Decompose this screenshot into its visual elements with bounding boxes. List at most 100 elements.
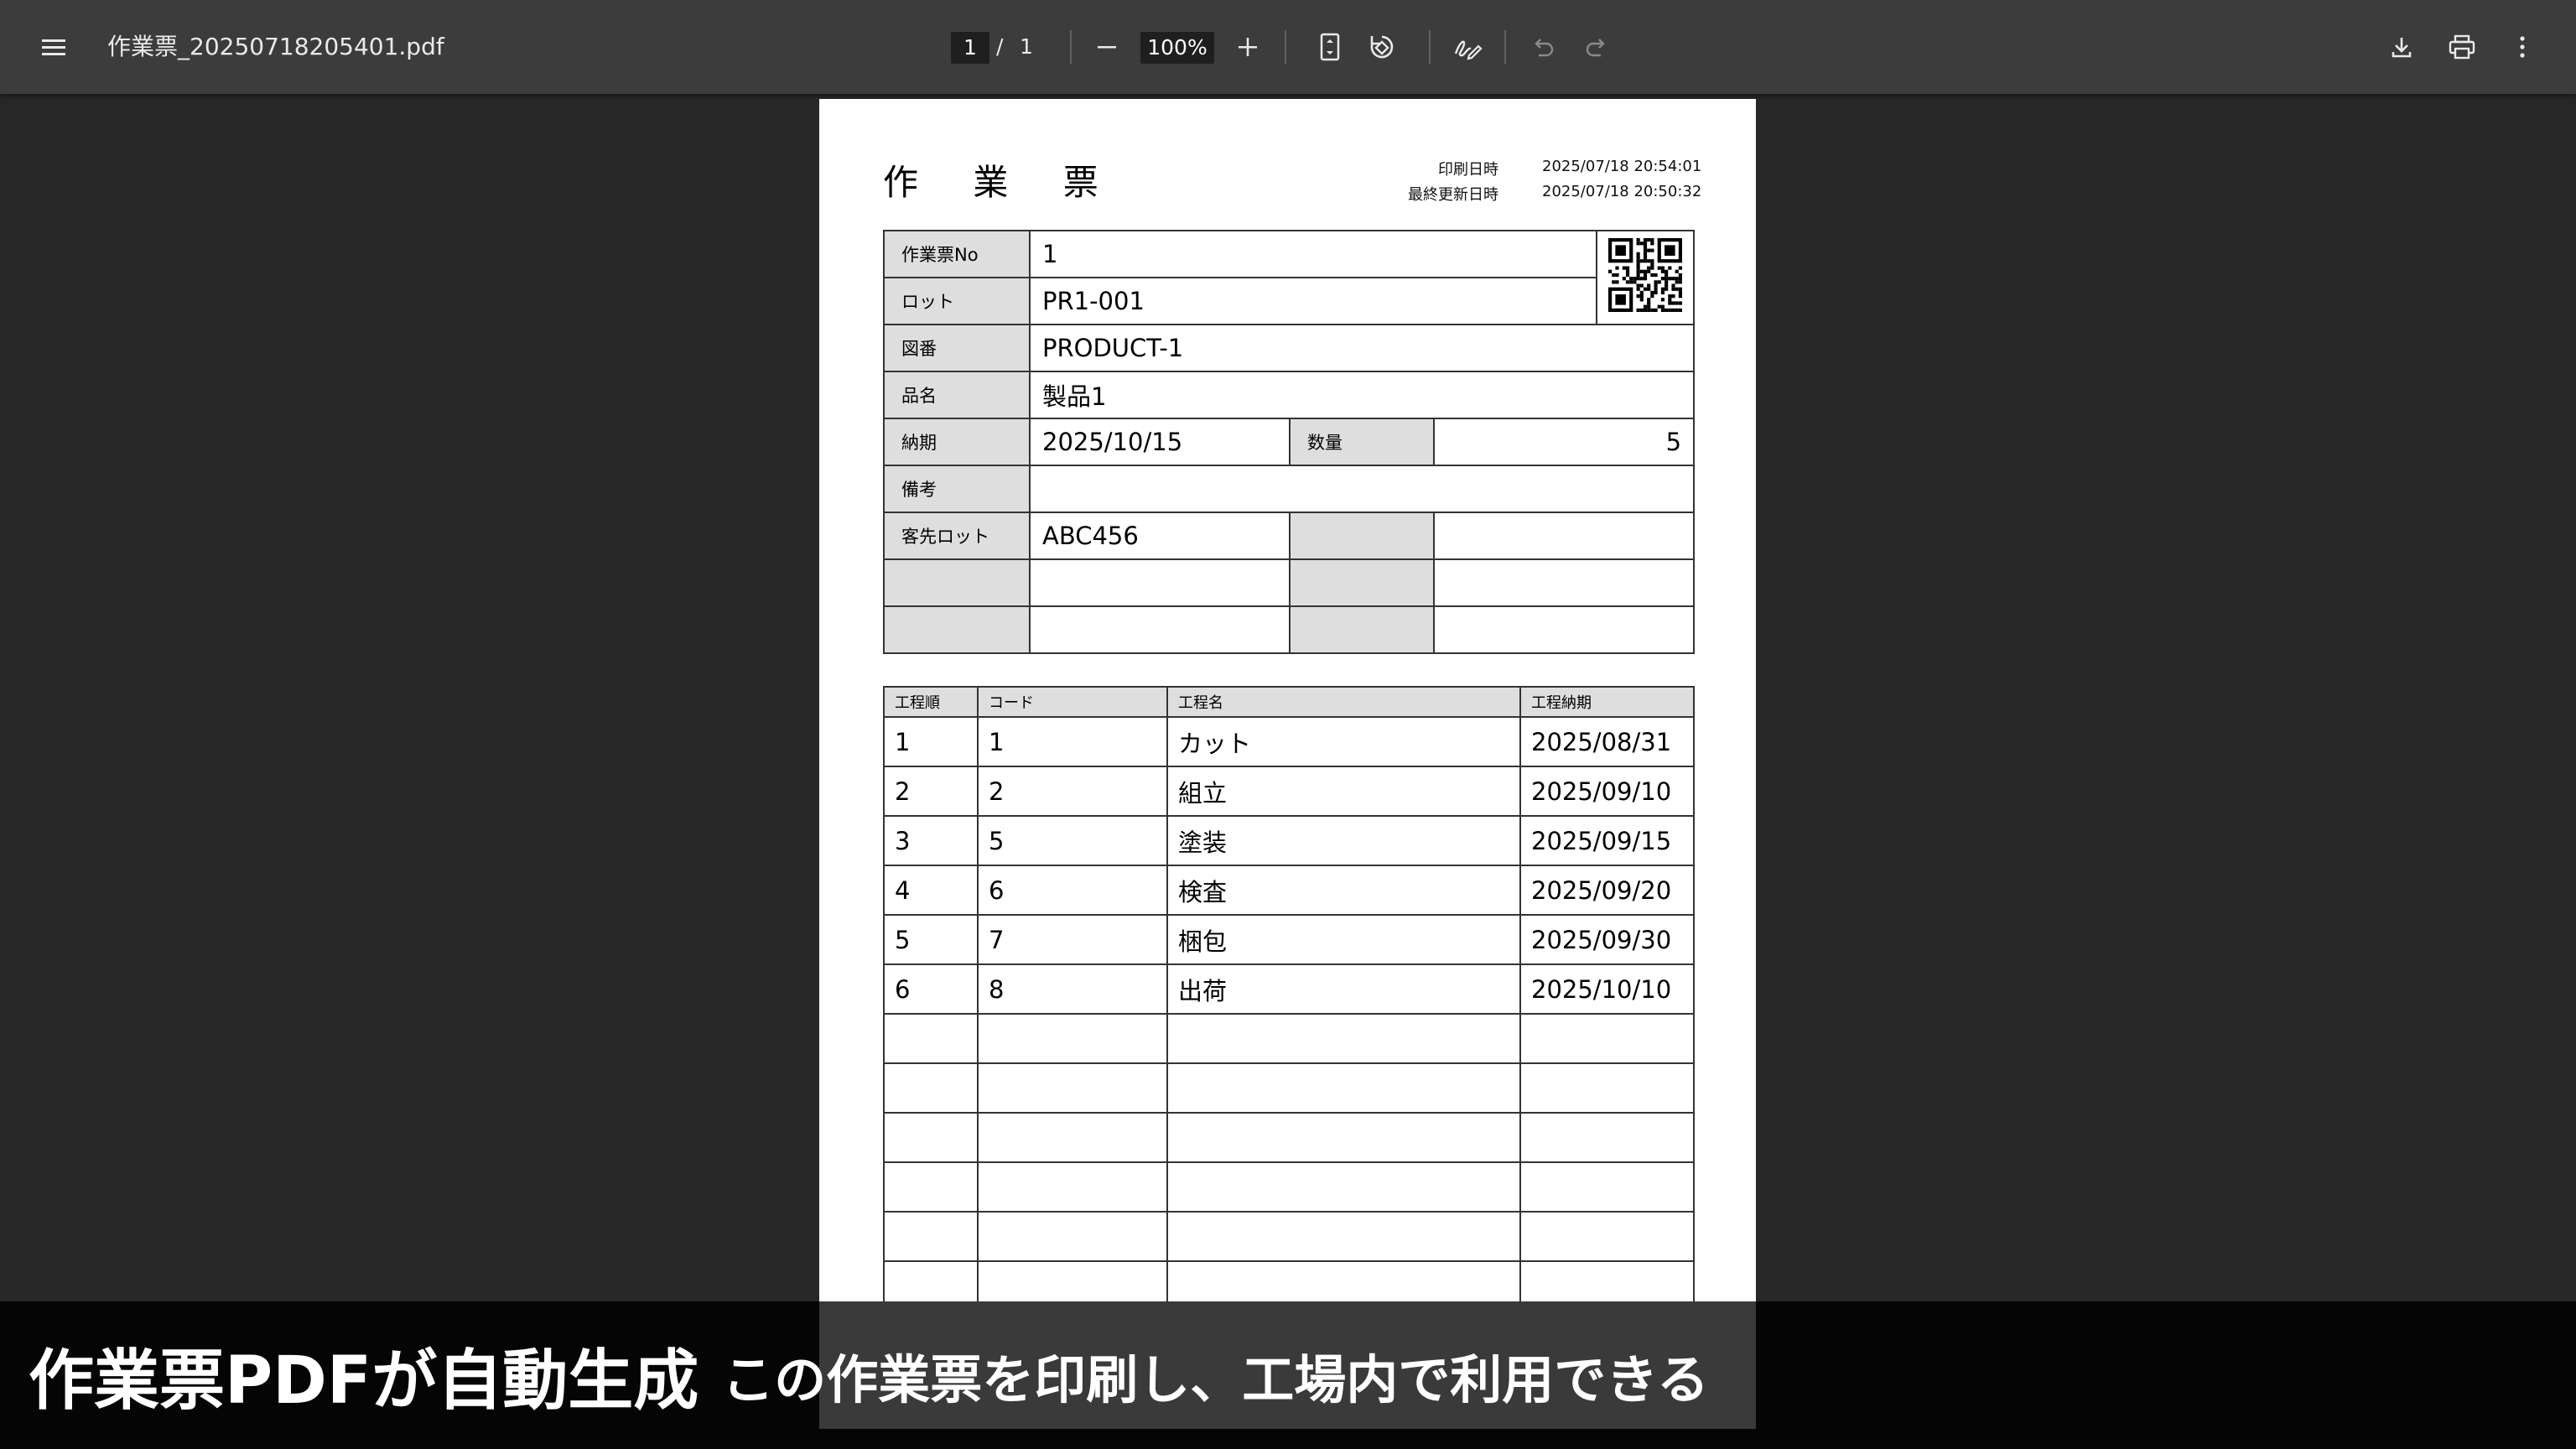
file-name: 作業票_20250718205401.pdf [107, 33, 444, 60]
process-due-date: 2025/08/31 [1519, 716, 1695, 767]
column-header-process-name: 工程名 [1166, 686, 1521, 718]
empty-cell [883, 1062, 979, 1114]
caption: 作業票PDFが自動生成 この作業票を印刷し、工場内で利用できる [29, 1301, 1709, 1449]
minus-icon [1098, 46, 1116, 49]
empty-label-cell [883, 558, 1031, 607]
page-total: 1 [1020, 34, 1033, 59]
process-row [883, 1112, 1695, 1163]
process-row: 6 8 出荷 2025/10/10 [883, 963, 1695, 1015]
rotate-button[interactable] [1353, 18, 1410, 75]
column-header-process-due: 工程納期 [1519, 686, 1695, 718]
menu-button[interactable] [25, 18, 82, 75]
annotate-button[interactable] [1439, 18, 1496, 75]
document-title: 作 業 票 [883, 162, 1120, 203]
empty-cell [977, 1062, 1168, 1114]
redo-icon [1586, 39, 1605, 57]
empty-cell [1166, 1112, 1521, 1163]
empty-cell [977, 1112, 1168, 1163]
product-name-value: 製品1 [1028, 371, 1696, 419]
process-row: 5 7 梱包 2025/09/30 [883, 914, 1695, 965]
process-row: 3 5 塗装 2025/09/15 [883, 815, 1695, 866]
empty-cell [1519, 1161, 1695, 1213]
work-no-label: 作業票No [883, 230, 1031, 278]
more-vertical-icon [2520, 36, 2525, 58]
empty-cell [1519, 1013, 1695, 1064]
empty-cell [977, 1161, 1168, 1213]
printer-icon [2449, 34, 2475, 60]
print-button[interactable] [2433, 18, 2490, 75]
empty-value-cell [1432, 558, 1696, 607]
process-name: 塗装 [1166, 815, 1521, 866]
process-name: 梱包 [1166, 914, 1521, 965]
empty-cell [977, 1211, 1168, 1262]
empty-cell [1166, 1062, 1521, 1114]
process-code: 7 [977, 914, 1168, 965]
process-step: 3 [883, 815, 979, 866]
fit-page-icon [1320, 33, 1340, 61]
empty-label-cell [883, 605, 1031, 654]
empty-cell [883, 1211, 979, 1262]
quantity-label: 数量 [1289, 418, 1435, 466]
process-row [883, 1013, 1695, 1064]
due-date-label: 納期 [883, 418, 1031, 466]
empty-cell [1166, 1211, 1521, 1262]
empty-label-cell [1289, 605, 1435, 654]
process-step: 6 [883, 963, 979, 1015]
pdf-toolbar: 作業票_20250718205401.pdf 1 / 1 100% [0, 0, 2576, 94]
zoom-out-button[interactable] [1078, 18, 1135, 75]
process-row [883, 1161, 1695, 1213]
empty-value-cell [1029, 558, 1291, 607]
toolbar-divider [1429, 30, 1431, 64]
product-name-label: 品名 [883, 371, 1031, 419]
process-header-row: 工程順 コード 工程名 工程納期 [883, 686, 1695, 718]
toolbar-divider [1285, 30, 1286, 64]
rotate-counterclockwise-icon [1370, 35, 1394, 59]
updated-datetime-label: 最終更新日時 [1408, 186, 1498, 204]
remarks-label: 備考 [883, 465, 1031, 513]
zoom-in-button[interactable] [1219, 18, 1276, 75]
process-code: 8 [977, 963, 1168, 1015]
column-header-code: コード [977, 686, 1168, 718]
remarks-value [1028, 465, 1696, 513]
page-separator: / [996, 34, 1004, 59]
process-name: 組立 [1166, 766, 1521, 817]
fit-to-page-button[interactable] [1301, 18, 1358, 75]
process-step: 5 [883, 914, 979, 965]
process-row: 2 2 組立 2025/09/10 [883, 766, 1695, 817]
due-date-value: 2025/10/15 [1029, 418, 1291, 466]
page-number-input[interactable]: 1 [951, 32, 989, 64]
process-due-date: 2025/09/30 [1519, 914, 1695, 965]
empty-cell [1166, 1161, 1521, 1213]
process-due-date: 2025/10/10 [1519, 963, 1695, 1015]
caption-sub: この作業票を印刷し、工場内で利用できる [722, 1349, 1709, 1410]
more-options-button[interactable] [2494, 18, 2551, 75]
undo-button[interactable] [1514, 18, 1571, 75]
redo-button[interactable] [1568, 18, 1625, 75]
process-step: 2 [883, 766, 979, 817]
qr-code-icon [1608, 237, 1683, 312]
hamburger-menu-icon [42, 39, 65, 55]
process-step: 1 [883, 716, 979, 767]
customer-lot-value: ABC456 [1029, 512, 1291, 560]
lot-label: ロット [883, 277, 1031, 325]
quantity-value: 5 [1432, 418, 1696, 466]
empty-label-cell [1289, 558, 1435, 607]
process-due-date: 2025/09/20 [1519, 865, 1695, 916]
empty-value-cell [1432, 605, 1696, 654]
empty-cell [977, 1013, 1168, 1064]
work-info-table: 作業票No 1 ロット PR1-001 図番 PRODUCT-1 品名 製品1 … [883, 230, 1696, 654]
zoom-input[interactable]: 100% [1140, 32, 1214, 64]
toolbar-divider [1504, 30, 1506, 64]
empty-cell [883, 1161, 979, 1213]
download-button[interactable] [2373, 18, 2430, 75]
process-row: 4 6 検査 2025/09/20 [883, 865, 1695, 916]
empty-cell [883, 1112, 979, 1163]
process-row [883, 1062, 1695, 1114]
column-header-step: 工程順 [883, 686, 979, 718]
process-step: 4 [883, 865, 979, 916]
work-no-value: 1 [1028, 230, 1598, 278]
process-code: 1 [977, 716, 1168, 767]
empty-cell [1519, 1062, 1695, 1114]
customer-lot-label: 客先ロット [883, 512, 1031, 560]
process-due-date: 2025/09/15 [1519, 815, 1695, 866]
